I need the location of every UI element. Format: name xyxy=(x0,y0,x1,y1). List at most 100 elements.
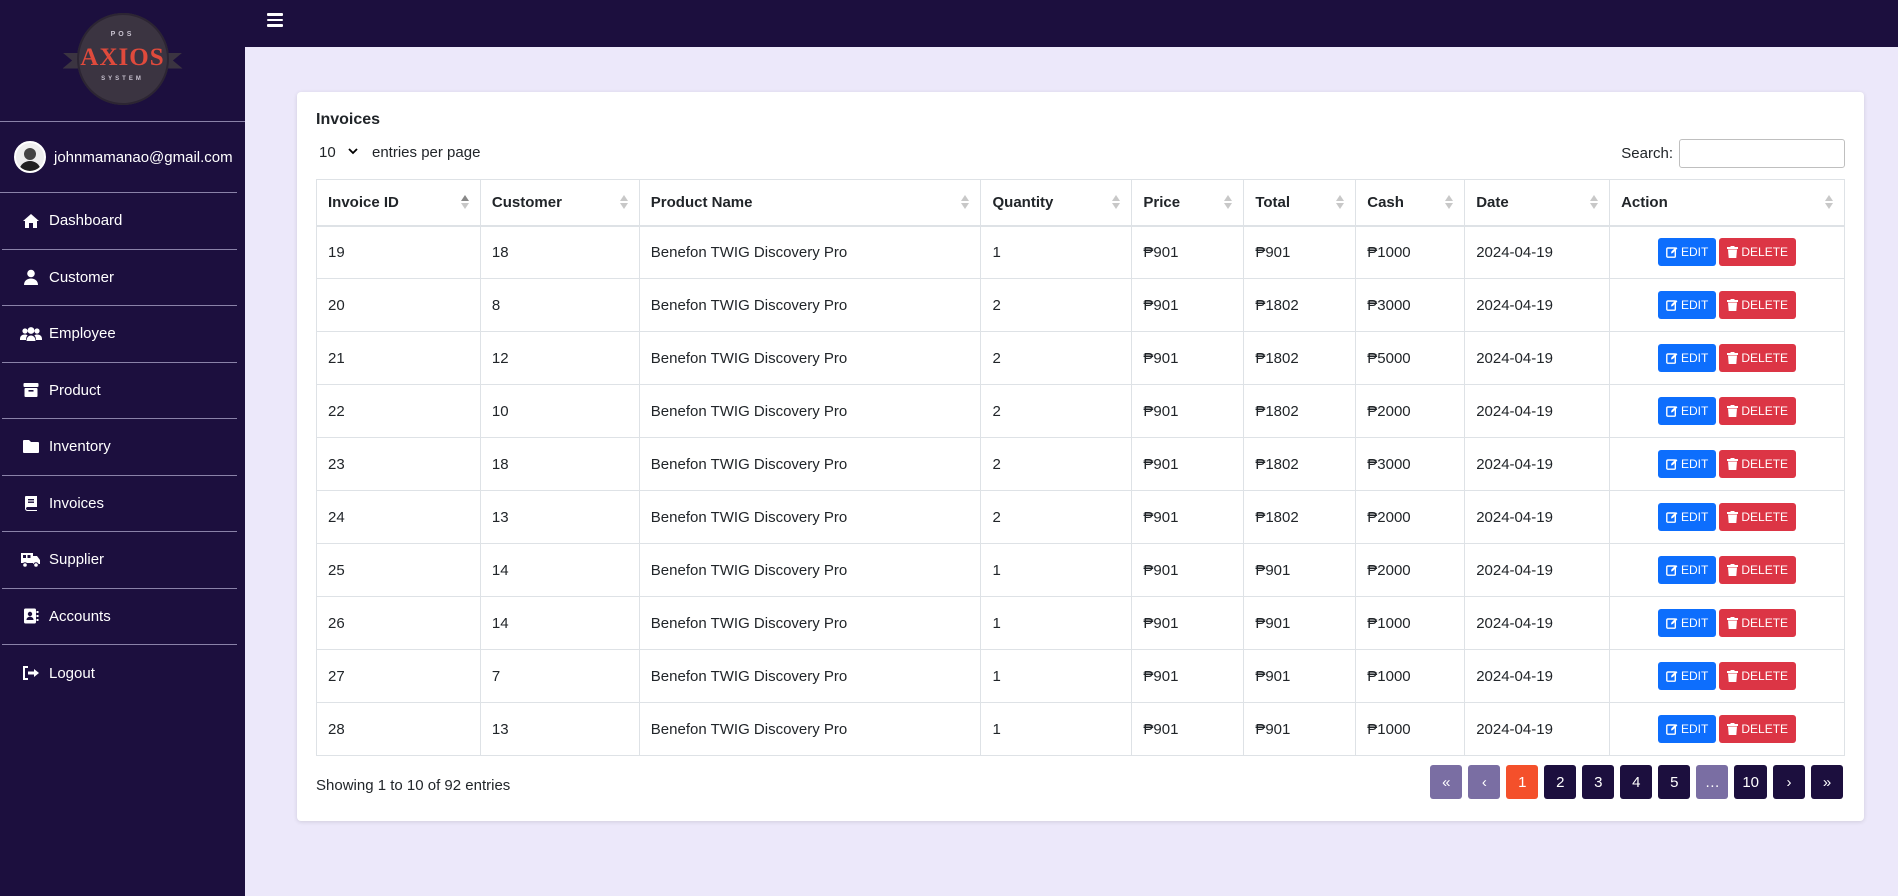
edit-label: EDIT xyxy=(1681,616,1709,630)
page-button[interactable]: » xyxy=(1811,765,1843,799)
delete-button[interactable]: DELETE xyxy=(1719,238,1797,267)
user-profile[interactable]: johnmamanao@gmail.com xyxy=(0,122,237,193)
cell-price: ₱901 xyxy=(1131,702,1245,756)
page-button[interactable]: « xyxy=(1430,765,1463,799)
page-button[interactable]: 4 xyxy=(1620,765,1653,799)
edit-label: EDIT xyxy=(1681,245,1709,260)
sidebar-item-supplier[interactable]: Supplier xyxy=(2,532,237,589)
delete-label: DELETE xyxy=(1741,457,1789,471)
delete-button[interactable]: DELETE xyxy=(1719,609,1797,637)
edit-icon xyxy=(1666,512,1678,523)
axios-logo[interactable]: POS AXIOS SYSTEM xyxy=(62,11,183,111)
table-row: 22 10 Benefon TWIG Discovery Pro 2 ₱901 ₱1802… xyxy=(316,384,1845,438)
column-header-quantity[interactable]: Quantity xyxy=(980,179,1133,227)
search-input[interactable] xyxy=(1679,139,1845,168)
header-label: Cash xyxy=(1367,193,1404,211)
page-button[interactable]: 3 xyxy=(1582,765,1615,799)
header-label: Action xyxy=(1621,193,1668,211)
cell-cash: ₱1000 xyxy=(1355,596,1466,650)
delete-button[interactable]: DELETE xyxy=(1719,556,1797,584)
table-row: 26 14 Benefon TWIG Discovery Pro 1 ₱901 ₱901 ₱… xyxy=(316,596,1845,650)
delete-label: DELETE xyxy=(1741,351,1789,365)
column-header-total[interactable]: Total xyxy=(1243,179,1357,227)
column-header-action[interactable]: Action xyxy=(1609,179,1845,227)
cell-date: 2024-04-19 xyxy=(1464,384,1611,438)
folder-icon xyxy=(20,438,42,456)
column-header-invoice-id[interactable]: Invoice ID xyxy=(316,179,481,227)
cell-date: 2024-04-19 xyxy=(1464,331,1611,385)
sidebar-item-invoices[interactable]: Invoices xyxy=(2,476,237,532)
cell-quantity: 1 xyxy=(980,649,1133,703)
edit-button[interactable]: EDIT xyxy=(1658,556,1717,584)
edit-label: EDIT xyxy=(1681,298,1709,312)
column-header-customer[interactable]: Customer xyxy=(479,179,640,227)
delete-button[interactable]: DELETE xyxy=(1719,662,1797,690)
page-button[interactable]: ‹ xyxy=(1468,765,1501,799)
page-button[interactable]: 5 xyxy=(1658,765,1691,799)
page-button[interactable]: › xyxy=(1773,765,1805,799)
cell-total: ₱901 xyxy=(1243,543,1357,597)
sidebar: POS AXIOS SYSTEM johnmamanao@gmail.com D… xyxy=(0,0,245,896)
cell-product-name: Benefon TWIG Discovery Pro xyxy=(638,437,982,491)
cell-action: EDIT DELETE xyxy=(1609,225,1845,279)
entries-per-page-select[interactable]: 10 xyxy=(316,141,364,163)
edit-button[interactable]: EDIT xyxy=(1658,662,1717,690)
cell-product-name: Benefon TWIG Discovery Pro xyxy=(638,702,982,756)
edit-label: EDIT xyxy=(1681,351,1709,365)
edit-button[interactable]: EDIT xyxy=(1658,397,1717,425)
delete-label: DELETE xyxy=(1741,616,1789,630)
cell-price: ₱901 xyxy=(1131,596,1245,650)
cell-total: ₱901 xyxy=(1243,225,1357,279)
edit-label: EDIT xyxy=(1681,457,1709,471)
edit-button[interactable]: EDIT xyxy=(1658,609,1717,637)
table-info: Showing 1 to 10 of 92 entries xyxy=(316,777,511,794)
sidebar-item-customer[interactable]: Customer xyxy=(2,250,237,306)
delete-label: DELETE xyxy=(1741,510,1789,524)
header-label: Customer xyxy=(491,193,562,211)
edit-button[interactable]: EDIT xyxy=(1658,291,1717,319)
trash-icon xyxy=(1727,246,1739,259)
menu-toggle-icon[interactable] xyxy=(267,13,283,27)
sidebar-item-label: Dashboard xyxy=(49,212,123,230)
cell-cash: ₱1000 xyxy=(1355,225,1466,279)
header-label: Total xyxy=(1255,193,1291,211)
edit-button[interactable]: EDIT xyxy=(1658,715,1717,743)
edit-icon xyxy=(1666,353,1678,364)
delete-button[interactable]: DELETE xyxy=(1719,450,1797,478)
page-button[interactable]: 2 xyxy=(1544,765,1577,799)
edit-button[interactable]: EDIT xyxy=(1658,503,1717,531)
cell-total: ₱1802 xyxy=(1243,384,1357,438)
edit-icon xyxy=(1666,671,1678,682)
edit-icon xyxy=(1666,565,1678,576)
edit-button[interactable]: EDIT xyxy=(1658,450,1717,478)
trash-icon xyxy=(1727,458,1739,470)
column-header-cash[interactable]: Cash xyxy=(1355,179,1466,227)
delete-button[interactable]: DELETE xyxy=(1719,291,1797,319)
delete-button[interactable]: DELETE xyxy=(1719,397,1797,425)
cell-date: 2024-04-19 xyxy=(1464,437,1611,491)
sidebar-item-label: Logout xyxy=(49,664,95,682)
page-button[interactable]: 10 xyxy=(1734,765,1767,799)
table-row: 23 18 Benefon TWIG Discovery Pro 2 ₱901 ₱1802… xyxy=(316,437,1845,491)
sidebar-item-dashboard[interactable]: Dashboard xyxy=(2,193,237,250)
trash-icon xyxy=(1727,670,1739,682)
cell-total: ₱901 xyxy=(1243,649,1357,703)
edit-button[interactable]: EDIT xyxy=(1658,344,1717,372)
column-header-date[interactable]: Date xyxy=(1464,179,1611,227)
sidebar-item-logout[interactable]: Logout xyxy=(2,645,237,702)
sidebar-item-product[interactable]: Product xyxy=(2,363,237,419)
sidebar-item-employee[interactable]: Employee xyxy=(2,306,237,363)
column-header-price[interactable]: Price xyxy=(1131,179,1245,227)
page-button[interactable]: 1 xyxy=(1506,765,1539,799)
cell-customer: 13 xyxy=(479,490,640,544)
delete-button[interactable]: DELETE xyxy=(1719,715,1797,743)
edit-button[interactable]: EDIT xyxy=(1658,238,1717,267)
column-header-product-name[interactable]: Product Name xyxy=(638,179,982,227)
delete-button[interactable]: DELETE xyxy=(1719,503,1797,531)
cell-quantity: 1 xyxy=(980,596,1133,650)
delete-button[interactable]: DELETE xyxy=(1719,344,1797,372)
sidebar-item-inventory[interactable]: Inventory xyxy=(2,419,237,476)
page-button[interactable]: … xyxy=(1696,765,1729,799)
cell-quantity: 2 xyxy=(980,331,1133,385)
sidebar-item-accounts[interactable]: Accounts xyxy=(2,589,237,645)
